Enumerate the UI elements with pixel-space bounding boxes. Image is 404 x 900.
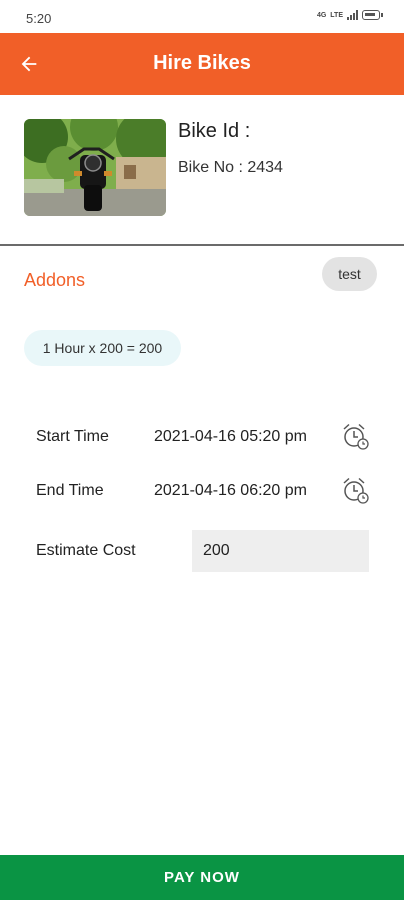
addon-chip-test[interactable]: test [322, 257, 377, 291]
end-time-alarm-clock-icon[interactable] [340, 475, 370, 505]
motorcycle-photo [24, 119, 166, 216]
app-bar: Hire Bikes [0, 33, 404, 95]
bike-id-label: Bike Id : [178, 120, 251, 142]
bike-number: Bike No : 2434 [178, 159, 283, 176]
divider [0, 244, 404, 246]
rate-chip: 1 Hour x 200 = 200 [24, 330, 181, 366]
status-bar: 5:20 4G LTE [0, 0, 404, 33]
addons-label: Addons [24, 270, 86, 290]
signal-icon [347, 10, 358, 20]
end-time-label: End Time [36, 482, 104, 499]
start-time-alarm-clock-icon[interactable] [340, 421, 370, 451]
start-time-label: Start Time [36, 428, 109, 445]
status-time: 5:20 [26, 11, 52, 26]
page-title: Hire Bikes [153, 52, 251, 74]
bike-photo [24, 119, 166, 216]
end-time-value: 2021-04-16 06:20 pm [154, 482, 307, 499]
network-type-label: LTE [330, 11, 343, 19]
start-time-value: 2021-04-16 05:20 pm [154, 428, 307, 445]
pay-now-button[interactable]: PAY NOW [0, 855, 404, 900]
status-icons: 4G LTE [316, 10, 383, 20]
estimate-cost-field[interactable]: 200 [192, 530, 369, 572]
estimate-cost-label: Estimate Cost [36, 542, 136, 559]
battery-icon [362, 10, 383, 20]
lte-icon: 4G [316, 11, 327, 19]
